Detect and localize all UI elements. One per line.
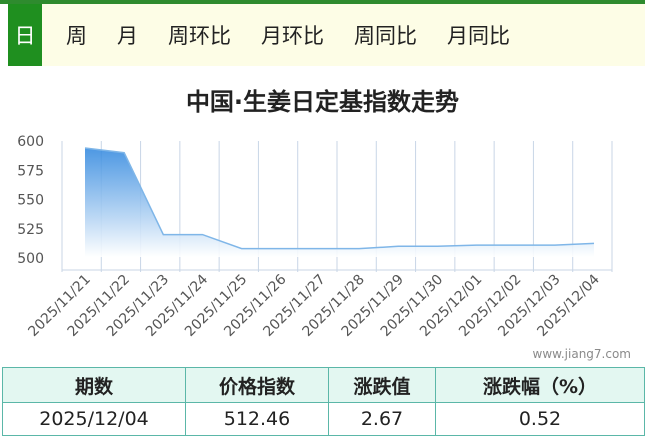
tab-month[interactable]: 月: [117, 4, 138, 66]
y-tick-label: 600: [17, 134, 44, 150]
header-change-percent: 涨跌幅（%）: [435, 367, 645, 403]
site-watermark: www.jiang7.com: [532, 347, 631, 361]
index-summary-table: 期数 价格指数 涨跌值 涨跌幅（%） 2025/12/04 512.46 2.6…: [2, 367, 645, 436]
area-series: [84, 147, 595, 257]
cell-change-percent: 0.52: [435, 402, 645, 436]
header-price-index: 价格指数: [185, 367, 329, 403]
y-tick-label: 575: [17, 163, 44, 179]
y-tick-label: 550: [17, 193, 44, 209]
tab-week[interactable]: 周: [66, 4, 87, 66]
table-row: 2025/12/04 512.46 2.67 0.52: [2, 402, 645, 436]
y-tick-label: 500: [17, 251, 44, 267]
header-period: 期数: [2, 367, 186, 403]
tab-month-on-month[interactable]: 月环比: [261, 4, 324, 66]
tab-month-year-on-year[interactable]: 月同比: [447, 4, 510, 66]
cell-price-index: 512.46: [185, 402, 329, 436]
tab-day[interactable]: 日: [8, 4, 42, 66]
chart-title: 中国·生姜日定基指数走势: [185, 88, 460, 116]
tab-week-year-on-year[interactable]: 周同比: [354, 4, 417, 66]
cell-change-value: 2.67: [328, 402, 436, 436]
y-tick-label: 525: [17, 222, 44, 238]
period-tabs: 日 周 月 周环比 月环比 周同比 月同比: [8, 4, 645, 66]
header-change-value: 涨跌值: [328, 367, 436, 403]
tab-week-on-week[interactable]: 周环比: [168, 4, 231, 66]
table-header-row: 期数 价格指数 涨跌值 涨跌幅（%）: [2, 367, 645, 403]
area-fill: [85, 148, 594, 257]
index-trend-chart: 6005755505255002025/11/212025/11/222025/…: [17, 134, 613, 340]
cell-period: 2025/12/04: [2, 402, 186, 436]
